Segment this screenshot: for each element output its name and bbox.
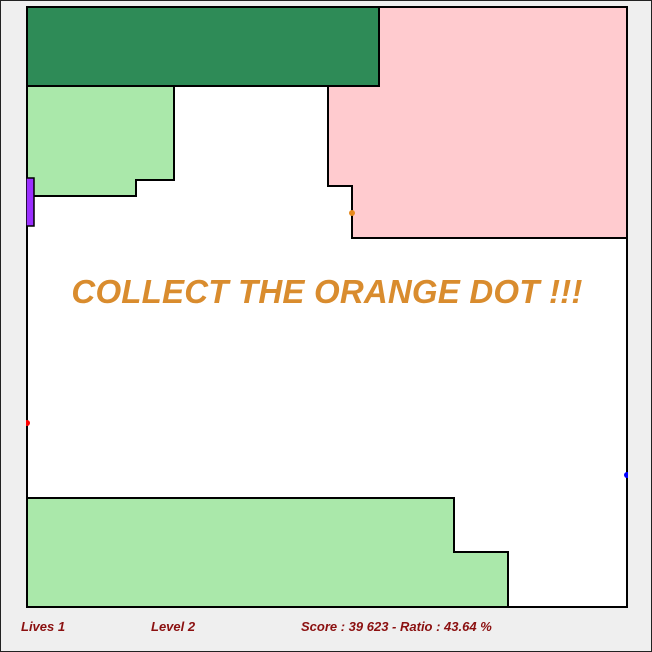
game-frame: COLLECT THE ORANGE DOT !!! <box>0 0 652 652</box>
level-indicator: Level 2 <box>151 619 196 634</box>
captured-area-light-green-bottom <box>26 497 509 608</box>
captured-area-light-green-top <box>26 85 175 197</box>
player-marker[interactable] <box>26 177 35 227</box>
orange-dot <box>349 210 355 216</box>
game-board[interactable]: COLLECT THE ORANGE DOT !!! <box>26 6 628 608</box>
collect-message: COLLECT THE ORANGE DOT !!! <box>71 273 583 310</box>
score-ratio: Score : 39 623 - Ratio : 43.64 % <box>301 619 492 634</box>
lives-counter: Lives 1 <box>21 619 66 634</box>
captured-area-dark-green <box>26 6 380 87</box>
